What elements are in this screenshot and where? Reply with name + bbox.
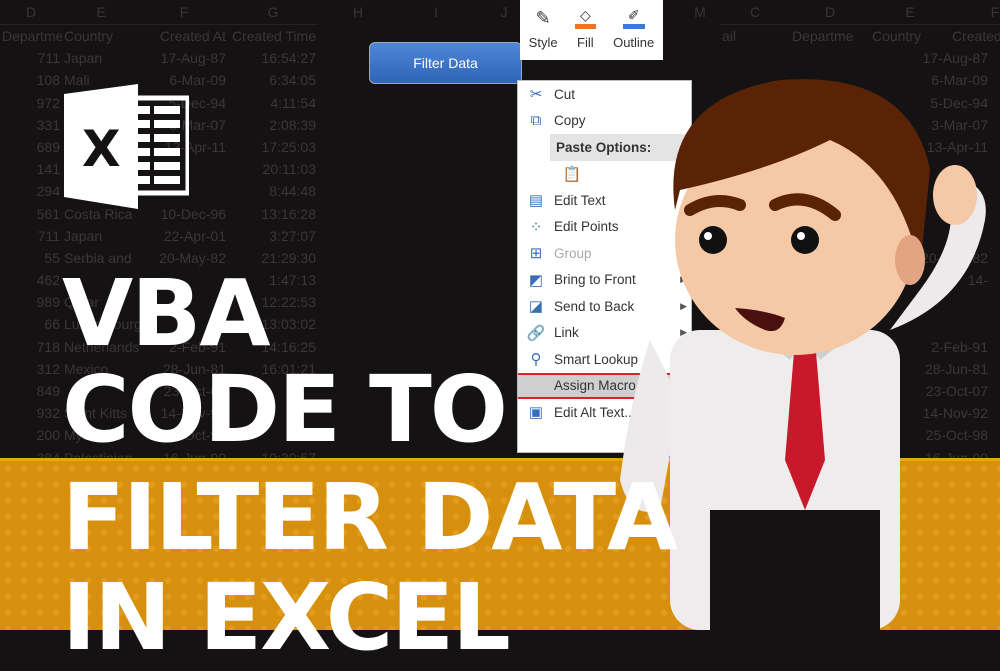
table-cell[interactable]: Japan [62, 225, 140, 247]
column-letter[interactable]: I [398, 4, 474, 24]
link-icon: 🔗 [526, 324, 546, 342]
table-cell[interactable]: 13:16:28 [228, 203, 318, 225]
headline-line-1: VBA [62, 260, 271, 367]
paste-icon: 📋 [562, 165, 582, 183]
table-cell[interactable]: 22-Apr-01 [140, 225, 228, 247]
svg-text:X: X [82, 120, 121, 178]
excel-logo-icon: X [64, 84, 189, 209]
style-label: Style [528, 35, 558, 50]
send-back-icon: ◪ [528, 298, 544, 316]
column-letter[interactable]: D [0, 4, 62, 24]
filter-data-button[interactable]: Filter Data [369, 42, 522, 84]
table-cell[interactable]: 200 [0, 424, 62, 446]
table-cell[interactable]: 718 [0, 336, 62, 358]
bring-front-icon: ◩ [528, 271, 544, 289]
table-cell[interactable]: 462 [0, 269, 62, 291]
table-row: 711 Japan 22-Apr-01 3:27:07 [0, 225, 318, 247]
menu-item-label: Cut [554, 86, 576, 102]
table-cell[interactable]: 972 [0, 92, 62, 114]
pen-outline-icon: ✐ [622, 7, 645, 29]
table-cell[interactable]: 689 [0, 136, 62, 158]
table-cell[interactable]: 66 [0, 313, 62, 335]
table-cell[interactable]: 16:54:27 [228, 47, 318, 69]
table-cell[interactable]: 312 [0, 358, 62, 380]
column-letter[interactable]: E [870, 4, 950, 24]
table-cell[interactable]: 20:11:03 [228, 158, 318, 180]
column-letter[interactable]: F [950, 4, 1000, 24]
header-row: Departme Country Created At Created Time [0, 25, 318, 47]
table-cell[interactable]: 108 [0, 69, 62, 91]
table-cell[interactable]: 6:34:05 [228, 69, 318, 91]
header-cell[interactable]: Country [62, 25, 140, 47]
header-cell[interactable]: Created Time [228, 25, 318, 47]
headline-line-2: CODE TO [62, 356, 508, 463]
menu-item-label: Link [554, 325, 579, 341]
header-cell[interactable]: Departme [0, 25, 62, 47]
filter-data-label: Filter Data [413, 55, 478, 71]
group-icon: ⊞ [529, 245, 543, 263]
column-letter[interactable]: F [140, 4, 228, 24]
table-cell[interactable]: 331 [0, 114, 62, 136]
table-cell[interactable]: 561 [0, 203, 62, 225]
column-letter[interactable]: C [720, 4, 790, 24]
table-cell[interactable]: Japan [62, 47, 140, 69]
table-cell[interactable]: 17:25:03 [228, 136, 318, 158]
table-row: 711 Japan 17-Aug-87 16:54:27 [0, 47, 318, 69]
table-cell[interactable]: 711 [0, 225, 62, 247]
table-cell[interactable]: 989 [0, 291, 62, 313]
table-cell[interactable]: 8:44:48 [228, 180, 318, 202]
menu-item-label: Copy [554, 113, 586, 129]
smart-lookup-icon: ⚲ [530, 351, 542, 369]
alt-text-icon: ▣ [528, 404, 544, 422]
table-cell[interactable]: 294 [0, 180, 62, 202]
header-cell[interactable]: Created At [140, 25, 228, 47]
scissors-icon: ✂ [529, 86, 543, 104]
table-cell[interactable]: 849 [0, 380, 62, 402]
column-letter[interactable]: G [228, 4, 318, 24]
table-cell[interactable]: 17-Aug-87 [140, 47, 228, 69]
table-cell[interactable]: 3:27:07 [228, 225, 318, 247]
column-letter[interactable]: M [680, 4, 720, 24]
shape-style-icon: ✎ [535, 8, 551, 28]
headline-line-4: IN EXCEL [62, 564, 511, 671]
table-cell[interactable]: 141 [0, 158, 62, 180]
column-letter[interactable]: D [790, 4, 870, 24]
table-cell[interactable]: 711 [0, 47, 62, 69]
headline-line-3: FILTER DATA [62, 464, 678, 571]
menu-item-label: Group [554, 245, 592, 261]
table-cell[interactable]: 2:08:39 [228, 114, 318, 136]
table-cell[interactable]: 932 [0, 402, 62, 424]
column-letter[interactable]: E [62, 4, 140, 24]
edit-text-icon: ▤ [528, 192, 544, 210]
paint-bucket-icon: ◇ [574, 7, 596, 29]
column-letter[interactable]: H [318, 4, 398, 24]
edit-points-icon: ⁘ [529, 218, 543, 236]
table-cell[interactable]: 55 [0, 247, 62, 269]
style-button[interactable]: ✎ Style [529, 8, 558, 50]
copy-icon: ⧉ [530, 112, 542, 130]
table-cell[interactable]: 4:11:54 [228, 92, 318, 114]
